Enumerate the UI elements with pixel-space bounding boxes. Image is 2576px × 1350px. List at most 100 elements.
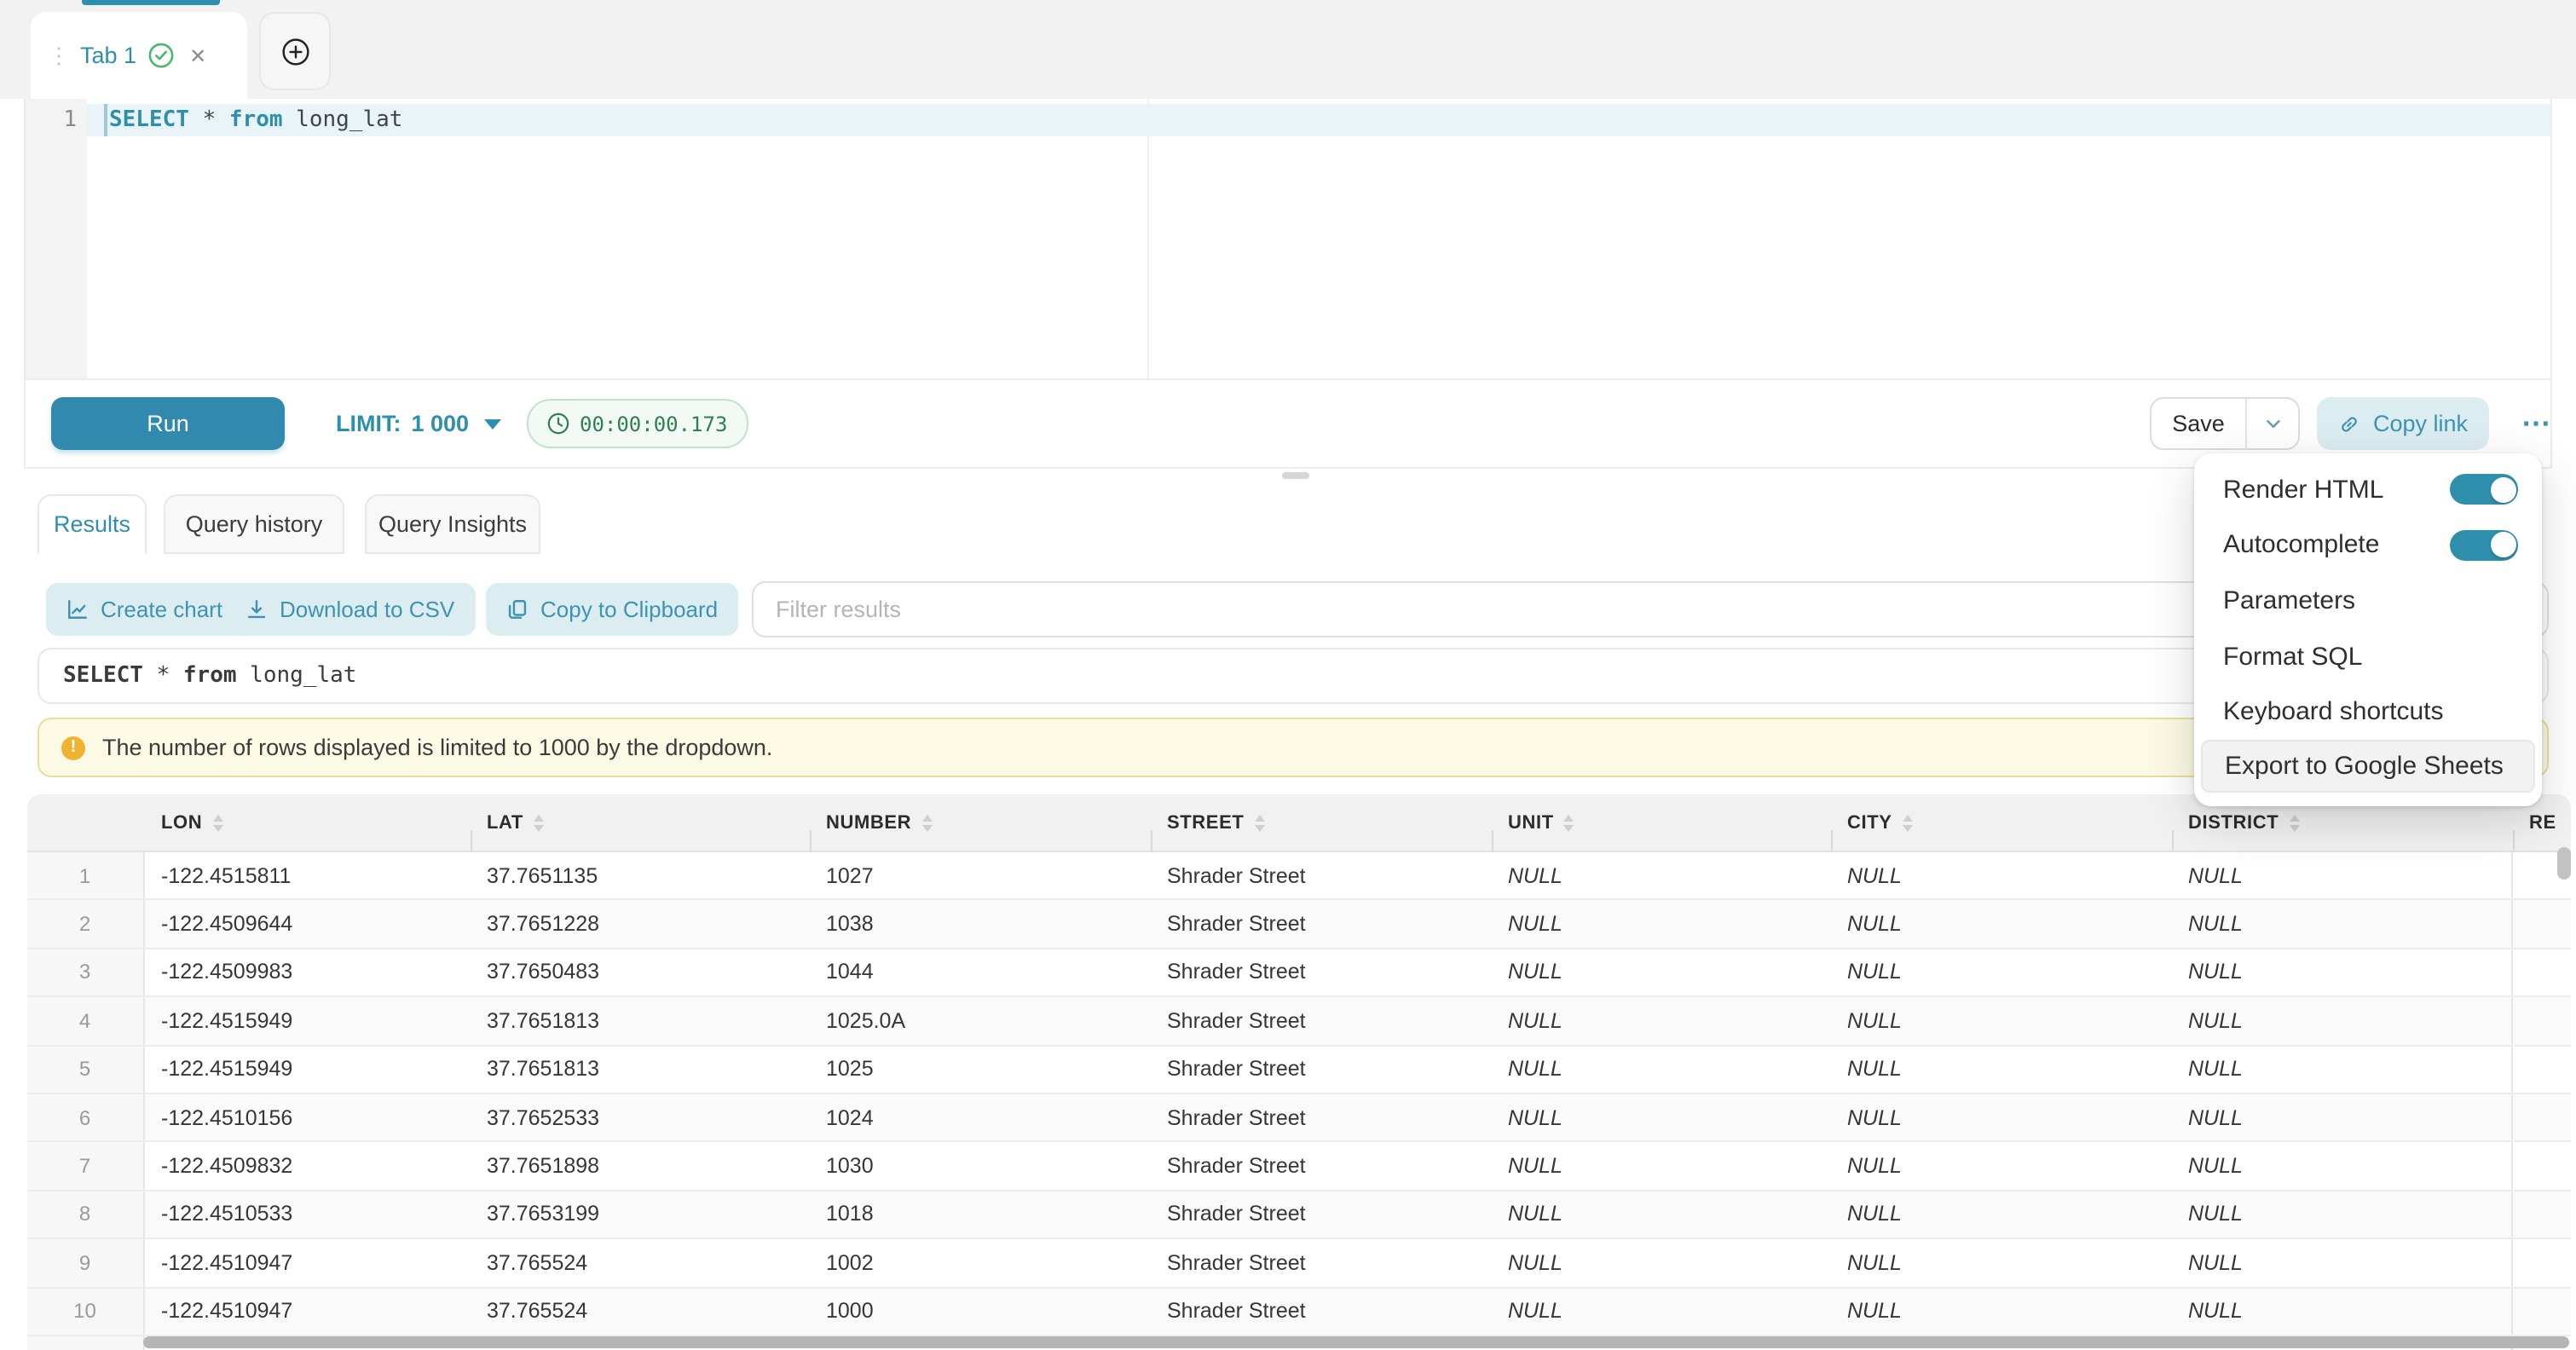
cell-city[interactable]: NULL — [1830, 901, 2171, 948]
cell-lon[interactable]: -122.4510533 — [144, 1191, 470, 1238]
more-options-button[interactable]: ⋯ — [2511, 397, 2562, 450]
download-csv-button[interactable]: Download to CSV — [225, 583, 475, 636]
cell-city[interactable]: NULL — [1830, 1143, 2171, 1190]
cell-unit[interactable]: NULL — [1491, 1239, 1830, 1286]
cell-city[interactable]: NULL — [1830, 852, 2171, 899]
cell-city[interactable]: NULL — [1830, 1046, 2171, 1093]
cell-street[interactable]: Shrader Street — [1150, 1239, 1491, 1286]
cell-district[interactable]: NULL — [2171, 1191, 2512, 1238]
cell-number[interactable]: 1025.0A — [809, 997, 1150, 1044]
drag-handle-icon[interactable]: ⋮ — [48, 44, 68, 66]
vertical-scrollbar[interactable] — [2557, 847, 2571, 880]
create-chart-button[interactable]: Create chart — [46, 583, 243, 636]
cell-street[interactable]: Shrader Street — [1150, 1046, 1491, 1093]
menu-item-render-html[interactable]: Render HTML — [2194, 462, 2542, 517]
header-lon[interactable]: LON — [144, 812, 470, 833]
cell-district[interactable]: NULL — [2171, 1094, 2512, 1141]
sort-icon[interactable] — [1564, 814, 1574, 831]
cell-district[interactable]: NULL — [2171, 1143, 2512, 1190]
header-unit[interactable]: UNIT — [1491, 812, 1830, 833]
panel-resize-handle[interactable] — [1282, 472, 1309, 479]
cell-re[interactable] — [2512, 1239, 2571, 1286]
autocomplete-toggle[interactable] — [2450, 530, 2518, 561]
cell-re[interactable] — [2512, 1094, 2571, 1141]
cell-lon[interactable]: -122.4515811 — [144, 852, 470, 899]
menu-item-autocomplete[interactable]: Autocomplete — [2194, 517, 2542, 573]
cell-unit[interactable]: NULL — [1491, 1094, 1830, 1141]
cell-street[interactable]: Shrader Street — [1150, 1191, 1491, 1238]
cell-city[interactable]: NULL — [1830, 1288, 2171, 1335]
sql-code-line[interactable]: SELECT * from long_lat — [109, 107, 402, 133]
cell-number[interactable]: 1030 — [809, 1143, 1150, 1190]
menu-item-parameters[interactable]: Parameters — [2194, 573, 2542, 628]
sql-editor[interactable]: 1 SELECT * from long_lat — [24, 99, 2552, 378]
cell-number[interactable]: 1027 — [809, 852, 1150, 899]
cell-lon[interactable]: -122.4510947 — [144, 1288, 470, 1335]
cell-re[interactable] — [2512, 1046, 2571, 1093]
cell-number[interactable]: 1002 — [809, 1239, 1150, 1286]
copy-link-button[interactable]: Copy link — [2317, 397, 2488, 450]
copy-clipboard-button[interactable]: Copy to Clipboard — [486, 583, 738, 636]
run-button[interactable]: Run — [51, 397, 285, 450]
cell-number[interactable]: 1024 — [809, 1094, 1150, 1141]
sort-icon[interactable] — [2289, 814, 2299, 831]
cell-street[interactable]: Shrader Street — [1150, 997, 1491, 1044]
cell-street[interactable]: Shrader Street — [1150, 949, 1491, 996]
cell-lon[interactable]: -122.4509832 — [144, 1143, 470, 1190]
cell-lon[interactable]: -122.4510947 — [144, 1239, 470, 1286]
cell-district[interactable]: NULL — [2171, 901, 2512, 948]
horizontal-scrollbar[interactable] — [143, 1336, 2569, 1348]
cell-city[interactable]: NULL — [1830, 1094, 2171, 1141]
header-lat[interactable]: LAT — [470, 812, 809, 833]
sort-icon[interactable] — [534, 814, 544, 831]
cell-unit[interactable]: NULL — [1491, 1046, 1830, 1093]
cell-district[interactable]: NULL — [2171, 1046, 2512, 1093]
cell-number[interactable]: 1018 — [809, 1191, 1150, 1238]
cell-lat[interactable]: 37.7651898 — [470, 1143, 809, 1190]
menu-item-keyboard-shortcuts[interactable]: Keyboard shortcuts — [2194, 684, 2542, 740]
cell-city[interactable]: NULL — [1830, 1191, 2171, 1238]
tab-query-insights[interactable]: Query Insights — [365, 494, 540, 554]
cell-re[interactable] — [2512, 901, 2571, 948]
cell-unit[interactable]: NULL — [1491, 1143, 1830, 1190]
cell-number[interactable]: 1000 — [809, 1288, 1150, 1335]
cell-district[interactable]: NULL — [2171, 1239, 2512, 1286]
cell-district[interactable]: NULL — [2171, 997, 2512, 1044]
save-options-button[interactable] — [2245, 399, 2298, 448]
cell-city[interactable]: NULL — [1830, 997, 2171, 1044]
cell-re[interactable] — [2512, 1143, 2571, 1190]
cell-district[interactable]: NULL — [2171, 949, 2512, 996]
cell-lon[interactable]: -122.4510156 — [144, 1094, 470, 1141]
cell-number[interactable]: 1025 — [809, 1046, 1150, 1093]
cell-re[interactable] — [2512, 1288, 2571, 1335]
sort-icon[interactable] — [1903, 814, 1913, 831]
header-district[interactable]: DISTRICT — [2171, 812, 2512, 833]
cell-street[interactable]: Shrader Street — [1150, 1288, 1491, 1335]
cell-lat[interactable]: 37.7650483 — [470, 949, 809, 996]
cell-lat[interactable]: 37.7652533 — [470, 1094, 809, 1141]
cell-lon[interactable]: -122.4515949 — [144, 997, 470, 1044]
cell-street[interactable]: Shrader Street — [1150, 852, 1491, 899]
cell-unit[interactable]: NULL — [1491, 1288, 1830, 1335]
header-street[interactable]: STREET — [1150, 812, 1491, 833]
header-re[interactable]: RE — [2512, 812, 2571, 833]
cell-street[interactable]: Shrader Street — [1150, 1094, 1491, 1141]
cell-unit[interactable]: NULL — [1491, 949, 1830, 996]
menu-item-export-google-sheets[interactable]: Export to Google Sheets — [2201, 740, 2535, 793]
cell-unit[interactable]: NULL — [1491, 997, 1830, 1044]
save-button[interactable]: Save — [2151, 399, 2245, 448]
cell-unit[interactable]: NULL — [1491, 1191, 1830, 1238]
tab-results[interactable]: Results — [38, 494, 147, 554]
cell-number[interactable]: 1044 — [809, 949, 1150, 996]
header-city[interactable]: CITY — [1830, 812, 2171, 833]
cell-city[interactable]: NULL — [1830, 1239, 2171, 1286]
cell-re[interactable] — [2512, 997, 2571, 1044]
tab-1[interactable]: ⋮ Tab 1 ✕ — [31, 12, 247, 99]
new-tab-button[interactable] — [259, 12, 331, 90]
cell-lon[interactable]: -122.4509983 — [144, 949, 470, 996]
close-tab-icon[interactable]: ✕ — [189, 43, 206, 67]
cell-lat[interactable]: 37.7651813 — [470, 1046, 809, 1093]
cell-lat[interactable]: 37.7651135 — [470, 852, 809, 899]
sort-icon[interactable] — [921, 814, 932, 831]
cell-lon[interactable]: -122.4509644 — [144, 901, 470, 948]
